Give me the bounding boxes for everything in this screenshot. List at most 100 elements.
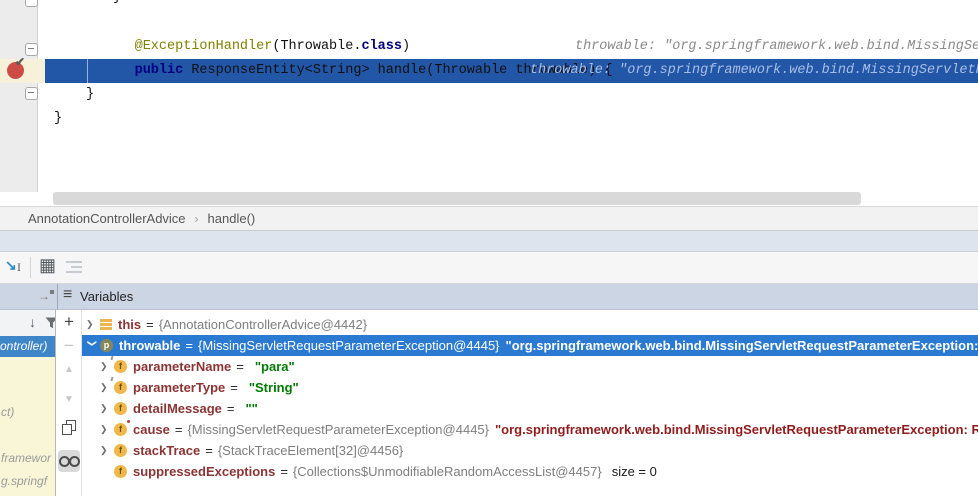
pin-square-icon [50, 290, 54, 294]
variables-tree: ❯ this = {AnnotationControllerAdvice@444… [82, 310, 978, 496]
equals-sign: = [227, 401, 235, 416]
fold-marker-icon[interactable] [25, 0, 38, 7]
chevron-right-icon[interactable]: ❯ [100, 424, 112, 435]
indent-lines-button-disabled[interactable] [66, 261, 82, 273]
code-line-close-method[interactable]: } [86, 83, 94, 107]
field-icon: f [114, 423, 127, 436]
breadcrumb-class[interactable]: AnnotationControllerAdvice [28, 211, 186, 226]
equals-sign: = [230, 380, 238, 395]
variable-reference: {MissingServletRequestParameterException… [198, 338, 500, 353]
variable-string-value: "" [245, 401, 257, 416]
variable-reference: {StackTraceElement[32]@4456} [218, 443, 403, 458]
variable-reference: {AnnotationControllerAdvice@4442} [159, 317, 367, 332]
variable-row-suppressedExceptions[interactable]: ❯ f suppressedExceptions = {Collections$… [82, 461, 978, 482]
variable-name: cause [133, 422, 170, 437]
parameter-icon: p [100, 339, 113, 352]
field-icon: f [114, 465, 127, 478]
breakpoint-icon[interactable]: ✔ [7, 62, 24, 79]
tab-variables[interactable]: Variables [80, 289, 133, 304]
variable-reference: {Collections$UnmodifiableRandomAccessLis… [293, 464, 602, 479]
code-token: ResponseEntity. [209, 87, 339, 102]
hamburger-menu-icon[interactable]: ≡ [63, 286, 72, 304]
equals-sign: = [236, 359, 244, 374]
variable-row-cause[interactable]: ❯ f cause = {MissingServletRequestParame… [82, 419, 978, 440]
variable-name: detailMessage [133, 401, 222, 416]
pin-tab-icon[interactable]: → [38, 289, 54, 303]
layout-grid-button[interactable]: ▦ [39, 255, 56, 276]
code-token: (throwable.getMessage()); [355, 87, 558, 102]
debugger-inline-hint: throwable: "org.springframework.web.bind… [530, 59, 978, 83]
debugger-inline-hint: throwable: "org.springframework.web.bind… [575, 35, 978, 59]
field-icon: f [114, 360, 127, 373]
field-icon: f [114, 381, 127, 394]
variable-row-stackTrace[interactable]: ❯ f stackTrace = {StackTraceElement[32]@… [82, 440, 978, 461]
breadcrumb-method[interactable]: handle() [208, 211, 256, 226]
equals-sign: = [280, 464, 288, 479]
variable-name: parameterType [133, 380, 225, 395]
ibeam-icon: I [17, 260, 21, 275]
pin-arrow-icon: → [38, 289, 50, 303]
down-arrow-icon[interactable]: ↓ [29, 314, 36, 330]
toolbar-separator [30, 257, 31, 278]
chevron-right-icon[interactable]: ❯ [100, 403, 112, 414]
ide-debugger-view: ✔ } @ExceptionHandler(Throwable.class) p… [0, 0, 978, 496]
frame-row[interactable]: framewor [1, 451, 51, 465]
variable-string-value: "org.springframework.web.bind.MissingSer… [495, 422, 978, 437]
breakpoint-verified-check-icon: ✔ [15, 55, 25, 69]
variable-row-throwable-selected[interactable]: ❯ p throwable = {MissingServletRequestPa… [82, 335, 978, 356]
breadcrumb-separator-icon: › [195, 212, 199, 226]
frame-row[interactable]: ct) [1, 405, 14, 419]
debugger-top-strip [0, 231, 978, 252]
variable-row-parameterName[interactable]: ❯ f parameterName = "para" [82, 356, 978, 377]
variable-row-this[interactable]: ❯ this = {AnnotationControllerAdvice@444… [82, 314, 978, 335]
code-line-close-class[interactable]: } [54, 107, 62, 131]
frames-panel-header: ↓ [0, 310, 56, 336]
add-watch-button[interactable]: + [56, 312, 82, 332]
chevron-down-icon[interactable]: ❯ [87, 340, 98, 352]
this-object-icon [100, 319, 112, 330]
move-up-button-disabled[interactable]: ▲ [56, 364, 82, 375]
chevron-right-icon[interactable]: ❯ [100, 361, 112, 372]
chevron-right-icon[interactable]: ❯ [100, 445, 112, 456]
debugger-content: ↓ ontroller) ct) framewor g.springf + − … [0, 310, 978, 496]
variable-string-value: "String" [249, 380, 299, 395]
field-icon: f [114, 444, 127, 457]
arrow-se-icon: ↘ [5, 257, 17, 274]
equals-sign: = [146, 317, 154, 332]
variable-string-value: "para" [255, 359, 295, 374]
chevron-right-icon[interactable]: ❯ [100, 382, 112, 393]
method-token: ok [339, 87, 355, 102]
equals-sign: = [175, 422, 183, 437]
variable-string-value: "org.springframework.web.bind.MissingSer… [506, 338, 978, 353]
filter-funnel-icon[interactable] [45, 317, 56, 329]
variable-row-detailMessage[interactable]: ❯ f detailMessage = "" [82, 398, 978, 419]
variables-side-toolbar: + − ▲ ▼ [56, 310, 82, 496]
variable-row-parameterType[interactable]: ❯ f parameterType = "String" [82, 377, 978, 398]
horizontal-scrollbar-thumb[interactable] [53, 192, 861, 205]
variables-tab-bar: → ≡ Variables [0, 284, 978, 310]
breadcrumb: AnnotationControllerAdvice › handle() [0, 206, 978, 231]
fold-marker-icon[interactable] [25, 87, 38, 100]
debugger-toolbar: ↘ I ▦ [0, 252, 978, 284]
variable-name: stackTrace [133, 443, 200, 458]
chevron-right-icon[interactable]: ❯ [86, 319, 98, 330]
frame-row[interactable]: g.springf [1, 474, 47, 488]
code-line-execution[interactable]: return ResponseEntity.ok(throwable.getMe… [112, 59, 558, 131]
show-watches-toggle[interactable] [58, 450, 80, 472]
variable-reference: {MissingServletRequestParameterException… [187, 422, 489, 437]
equals-sign: = [185, 338, 193, 353]
variable-name: this [118, 317, 141, 332]
variable-name: suppressedExceptions [133, 464, 275, 479]
evaluate-expression-button[interactable]: ↘ I [5, 257, 27, 277]
panel-separator [57, 284, 58, 310]
move-down-button-disabled[interactable]: ▼ [56, 394, 82, 405]
collection-size: size = 0 [612, 464, 657, 479]
frames-panel[interactable]: ↓ ontroller) ct) framewor g.springf [0, 310, 56, 496]
code-editor[interactable]: ✔ } @ExceptionHandler(Throwable.class) p… [0, 0, 978, 206]
fold-marker-icon[interactable] [25, 43, 38, 56]
duplicate-watch-button[interactable] [62, 420, 76, 435]
field-icon: f [114, 402, 127, 415]
remove-watch-button-disabled[interactable]: − [56, 336, 82, 356]
code-line-partial[interactable]: } [113, 0, 121, 10]
frame-row-selected[interactable]: ontroller) [0, 336, 56, 357]
